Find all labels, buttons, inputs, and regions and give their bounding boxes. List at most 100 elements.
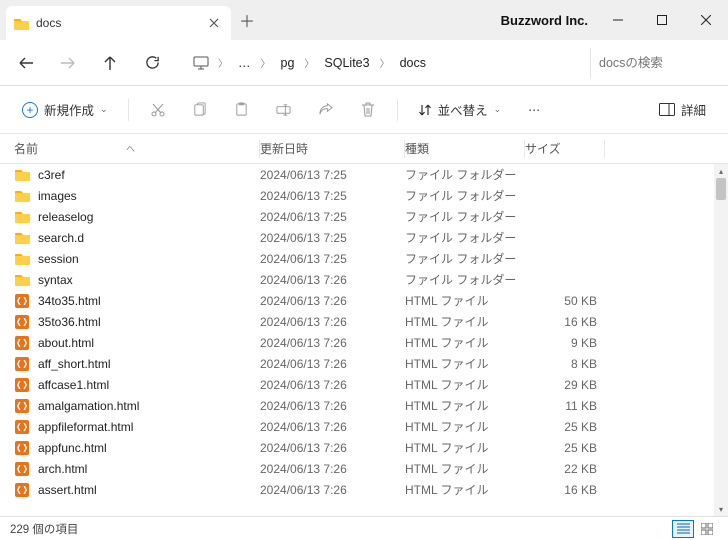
scroll-up-button[interactable]: ▴ <box>714 164 728 178</box>
column-name[interactable]: 名前ヘ <box>0 140 260 158</box>
file-date: 2024/06/13 7:25 <box>260 210 405 224</box>
file-row[interactable]: assert.html2024/06/13 7:26HTML ファイル16 KB <box>0 479 728 500</box>
search-input[interactable] <box>590 48 722 78</box>
file-row[interactable]: syntax2024/06/13 7:26ファイル フォルダー <box>0 269 728 290</box>
sort-label: 並べ替え <box>438 100 488 119</box>
copy-button[interactable] <box>181 92 219 128</box>
delete-button[interactable] <box>349 92 387 128</box>
file-row[interactable]: 34to35.html2024/06/13 7:26HTML ファイル50 KB <box>0 290 728 311</box>
chevron-right-icon[interactable]: 〉 <box>378 55 392 70</box>
new-tab-button[interactable]: ＋ <box>231 4 263 36</box>
scroll-thumb[interactable] <box>716 178 726 200</box>
file-name: releaselog <box>38 210 260 224</box>
chevron-down-icon: ⌄ <box>100 104 108 115</box>
details-pane-button[interactable]: 詳細 <box>649 94 716 125</box>
column-type[interactable]: 種類 <box>405 140 525 158</box>
file-date: 2024/06/13 7:26 <box>260 483 405 497</box>
back-button[interactable] <box>6 45 46 81</box>
details-icon <box>659 103 675 116</box>
chevron-right-icon[interactable]: 〉 <box>216 55 230 70</box>
file-size: 25 KB <box>525 420 597 434</box>
titlebar: docs ＋ Buzzword Inc. <box>0 0 728 40</box>
file-row[interactable]: arch.html2024/06/13 7:26HTML ファイル22 KB <box>0 458 728 479</box>
new-button[interactable]: + 新規作成 ⌄ <box>12 94 118 125</box>
file-size: 9 KB <box>525 336 597 350</box>
file-row[interactable]: c3ref2024/06/13 7:25ファイル フォルダー <box>0 164 728 185</box>
file-row[interactable]: 35to36.html2024/06/13 7:26HTML ファイル16 KB <box>0 311 728 332</box>
tab-docs[interactable]: docs <box>6 6 231 40</box>
rename-button[interactable] <box>265 92 303 128</box>
file-row[interactable]: search.d2024/06/13 7:25ファイル フォルダー <box>0 227 728 248</box>
view-icons-button[interactable] <box>696 520 718 538</box>
close-window-button[interactable] <box>684 0 728 40</box>
forward-button[interactable] <box>48 45 88 81</box>
chevron-right-icon[interactable]: 〉 <box>302 55 316 70</box>
more-button[interactable]: ⋯ <box>515 92 553 128</box>
folder-icon <box>14 272 32 288</box>
file-date: 2024/06/13 7:26 <box>260 420 405 434</box>
file-row[interactable]: appfileformat.html2024/06/13 7:26HTML ファ… <box>0 416 728 437</box>
breadcrumb-ellipsis[interactable]: … <box>232 52 257 74</box>
folder-icon <box>14 16 30 30</box>
file-row[interactable]: aff_short.html2024/06/13 7:26HTML ファイル8 … <box>0 353 728 374</box>
html-icon <box>14 461 32 477</box>
breadcrumb-item[interactable]: SQLite3 <box>318 52 375 74</box>
file-name: session <box>38 252 260 266</box>
refresh-button[interactable] <box>132 45 172 81</box>
plus-circle-icon: + <box>22 102 38 118</box>
file-name: aff_short.html <box>38 357 260 371</box>
sort-button[interactable]: 並べ替え ⌄ <box>408 94 512 125</box>
maximize-button[interactable] <box>640 0 684 40</box>
scrollbar[interactable]: ▴ ▾ <box>714 164 728 516</box>
file-date: 2024/06/13 7:26 <box>260 357 405 371</box>
folder-icon <box>14 251 32 267</box>
file-type: ファイル フォルダー <box>405 229 525 246</box>
file-name: 34to35.html <box>38 294 260 308</box>
file-row[interactable]: releaselog2024/06/13 7:25ファイル フォルダー <box>0 206 728 227</box>
column-size[interactable]: サイズ <box>525 140 605 158</box>
minimize-button[interactable] <box>596 0 640 40</box>
file-row[interactable]: about.html2024/06/13 7:26HTML ファイル9 KB <box>0 332 728 353</box>
folder-icon <box>14 209 32 225</box>
share-button[interactable] <box>307 92 345 128</box>
html-icon <box>14 314 32 330</box>
breadcrumb-item[interactable]: pg <box>275 52 301 74</box>
file-type: HTML ファイル <box>405 355 525 372</box>
html-icon <box>14 377 32 393</box>
file-name: images <box>38 189 260 203</box>
file-date: 2024/06/13 7:26 <box>260 336 405 350</box>
address-bar[interactable]: 〉 … 〉 pg 〉 SQLite3 〉 docs <box>184 45 588 81</box>
pc-icon[interactable] <box>188 45 214 81</box>
scroll-down-button[interactable]: ▾ <box>714 502 728 516</box>
file-size: 8 KB <box>525 357 597 371</box>
file-date: 2024/06/13 7:25 <box>260 168 405 182</box>
file-date: 2024/06/13 7:26 <box>260 399 405 413</box>
paste-button[interactable] <box>223 92 261 128</box>
breadcrumb-item[interactable]: docs <box>394 52 432 74</box>
view-details-button[interactable] <box>672 520 694 538</box>
html-icon <box>14 482 32 498</box>
file-row[interactable]: amalgamation.html2024/06/13 7:26HTML ファイ… <box>0 395 728 416</box>
separator <box>397 99 398 121</box>
tab-close-button[interactable] <box>207 16 221 30</box>
sort-indicator-icon: ヘ <box>126 142 135 155</box>
file-row[interactable]: appfunc.html2024/06/13 7:26HTML ファイル25 K… <box>0 437 728 458</box>
file-size: 29 KB <box>525 378 597 392</box>
file-size: 16 KB <box>525 315 597 329</box>
file-row[interactable]: affcase1.html2024/06/13 7:26HTML ファイル29 … <box>0 374 728 395</box>
file-type: HTML ファイル <box>405 481 525 498</box>
file-type: HTML ファイル <box>405 334 525 351</box>
chevron-right-icon[interactable]: 〉 <box>259 55 273 70</box>
file-list: c3ref2024/06/13 7:25ファイル フォルダーimages2024… <box>0 164 728 516</box>
up-button[interactable] <box>90 45 130 81</box>
column-date[interactable]: 更新日時 <box>260 140 405 158</box>
file-type: ファイル フォルダー <box>405 208 525 225</box>
details-label: 詳細 <box>681 100 706 119</box>
file-date: 2024/06/13 7:25 <box>260 189 405 203</box>
app-name: Buzzword Inc. <box>501 13 588 28</box>
file-row[interactable]: images2024/06/13 7:25ファイル フォルダー <box>0 185 728 206</box>
cut-button[interactable] <box>139 92 177 128</box>
file-type: HTML ファイル <box>405 376 525 393</box>
file-row[interactable]: session2024/06/13 7:25ファイル フォルダー <box>0 248 728 269</box>
file-type: ファイル フォルダー <box>405 166 525 183</box>
